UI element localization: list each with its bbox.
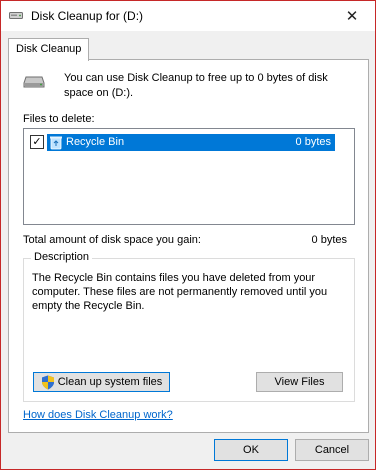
files-to-delete-label: Files to delete: bbox=[23, 113, 95, 125]
clean-up-system-files-button[interactable]: Clean up system files bbox=[33, 372, 170, 392]
disk-cleanup-app-icon bbox=[9, 12, 23, 19]
total-space-value: 0 bytes bbox=[311, 234, 347, 246]
window-title: Disk Cleanup for (D:) bbox=[31, 9, 144, 23]
description-legend: Description bbox=[31, 251, 93, 263]
tab-disk-cleanup[interactable]: Disk Cleanup bbox=[8, 38, 90, 61]
ok-button[interactable]: OK bbox=[214, 439, 288, 461]
recycle-bin-size: 0 bytes bbox=[295, 136, 331, 148]
recycle-bin-checkbox[interactable]: ✓ bbox=[30, 135, 44, 149]
cancel-button[interactable]: Cancel bbox=[295, 439, 369, 461]
list-item-recycle-bin[interactable]: ✓ Recycle Bin 0 bytes bbox=[25, 134, 335, 151]
recycle-bin-name: Recycle Bin bbox=[66, 136, 125, 148]
files-listbox[interactable]: ✓ Recycle Bin 0 bytes bbox=[23, 128, 355, 225]
drive-icon bbox=[23, 76, 45, 88]
disk-cleanup-window: Disk Cleanup for (D:) ✕ Disk Cleanup You… bbox=[0, 0, 376, 470]
uac-shield-icon bbox=[41, 375, 54, 389]
help-link[interactable]: How does Disk Cleanup work? bbox=[23, 409, 173, 421]
total-space-label: Total amount of disk space you gain: bbox=[23, 234, 201, 246]
close-button[interactable]: ✕ bbox=[329, 1, 375, 31]
view-files-button[interactable]: View Files bbox=[256, 372, 343, 392]
selected-row-highlight[interactable]: Recycle Bin 0 bytes bbox=[47, 134, 335, 151]
recycle-bin-icon bbox=[50, 136, 62, 150]
description-text: The Recycle Bin contains files you have … bbox=[32, 272, 328, 312]
intro-text: You can use Disk Cleanup to free up to 0… bbox=[64, 72, 328, 99]
title-bar: Disk Cleanup for (D:) ✕ bbox=[1, 1, 375, 31]
clean-up-system-files-label: Clean up system files bbox=[57, 376, 163, 388]
